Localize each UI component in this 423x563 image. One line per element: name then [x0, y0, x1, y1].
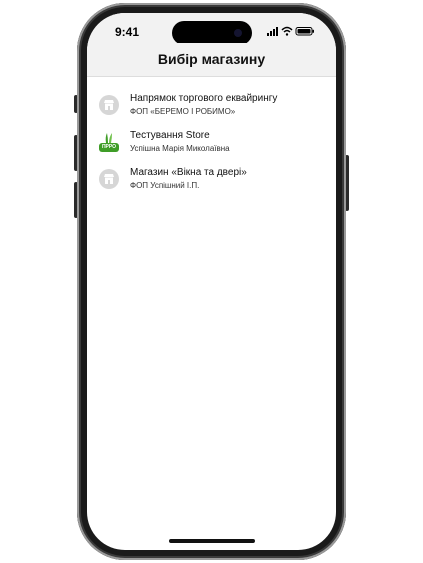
store-name: Напрямок торгового еквайрингу: [130, 93, 278, 104]
store-item[interactable]: Напрямок торгового еквайрингу ФОП «БЕРЕМ…: [87, 87, 336, 124]
store-icon: [99, 169, 119, 189]
dynamic-island: [172, 21, 252, 45]
phone-screen: 9:41 Вибір магазину Напрямок торгового е…: [87, 13, 336, 550]
phone-frame: 9:41 Вибір магазину Напрямок торгового е…: [77, 3, 346, 560]
store-item[interactable]: Магазин «Вікна та двері» ФОП Успішний І.…: [87, 161, 336, 198]
device-stage: 9:41 Вибір магазину Напрямок торгового е…: [0, 0, 423, 563]
page-title: Вибір магазину: [157, 51, 266, 67]
navigation-bar: Вибір магазину: [87, 43, 336, 77]
store-name: Тестування Store: [130, 130, 210, 141]
home-indicator[interactable]: [169, 539, 255, 543]
camera-icon: [234, 29, 242, 37]
store-list: Напрямок торгового еквайрингу ФОП «БЕРЕМ…: [87, 87, 336, 198]
prro-logo-icon: ПРРО: [99, 132, 119, 152]
battery-icon: [295, 27, 314, 36]
store-owner: ФОП «БЕРЕМО І РОБИМО»: [130, 107, 236, 116]
store-name: Магазин «Вікна та двері»: [130, 167, 247, 178]
store-icon: [99, 95, 119, 115]
prro-badge: ПРРО: [99, 143, 119, 152]
status-icons: [267, 26, 314, 36]
store-owner: ФОП Успішний І.П.: [130, 181, 200, 190]
store-item[interactable]: ПРРО Тестування Store Успішна Марія Мико…: [87, 124, 336, 161]
status-time: 9:41: [115, 25, 140, 39]
status-bar: 9:41: [87, 13, 336, 45]
store-owner: Успішна Марія Миколаївна: [130, 144, 230, 153]
wifi-icon: [281, 26, 293, 36]
signal-icon: [267, 27, 278, 36]
